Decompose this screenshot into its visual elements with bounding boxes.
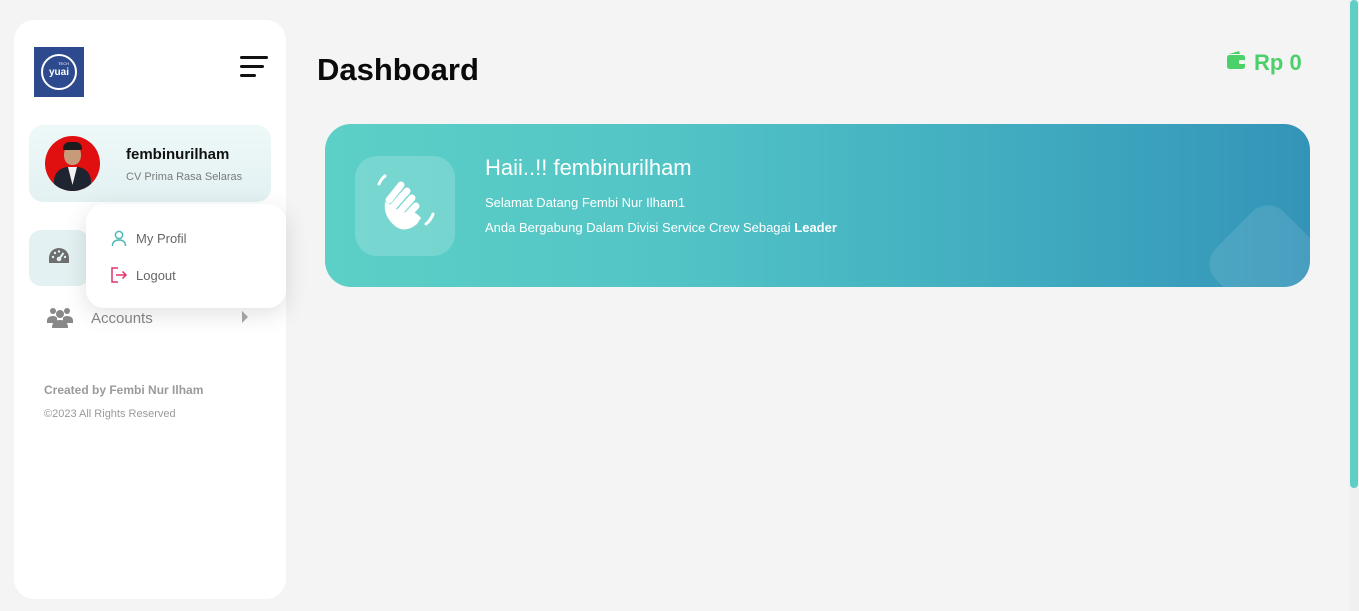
dropdown-item-label: Logout	[136, 267, 176, 283]
profile-company: CV Prima Rasa Selaras	[126, 171, 243, 183]
wallet-icon	[1226, 50, 1246, 76]
scrollbar-thumb[interactable]	[1350, 0, 1358, 488]
logo-text: yuai	[48, 66, 69, 78]
credit-copyright: ©2023 All Rights Reserved	[44, 408, 176, 420]
credit-title: Created by Fembi Nur Ilham	[44, 383, 204, 397]
menu-toggle-icon[interactable]	[240, 56, 268, 80]
logout-icon	[110, 266, 128, 284]
wallet-balance[interactable]: Rp 0	[1226, 50, 1302, 76]
logo-small-text: TECH	[58, 61, 69, 66]
brand-logo[interactable]: TECH yuai	[34, 47, 84, 97]
banner-greeting: Haii..!! fembinurilham	[485, 155, 692, 180]
wallet-amount: Rp 0	[1254, 50, 1302, 75]
banner-icon-box	[355, 156, 455, 256]
avatar	[45, 136, 100, 191]
waving-hand-icon	[371, 170, 439, 243]
user-icon	[110, 229, 128, 247]
page-title: Dashboard	[317, 52, 479, 87]
profile-card[interactable]: fembinurilham CV Prima Rasa Selaras	[29, 125, 271, 202]
banner-division-text: Anda Bergabung Dalam Divisi Service Crew…	[485, 220, 791, 235]
chevron-right-icon	[241, 310, 249, 329]
sidebar: TECH yuai fembinurilham CV Prima Rasa Se…	[14, 20, 286, 599]
sidebar-item-dashboard[interactable]	[29, 230, 89, 286]
users-icon	[47, 306, 73, 333]
banner-role: Leader	[794, 220, 837, 235]
sidebar-item-label: Accounts	[91, 310, 153, 327]
banner-welcome: Selamat Datang Fembi Nur Ilham1	[485, 195, 686, 210]
dashboard-gauge-icon	[47, 246, 71, 271]
profile-dropdown: My Profil Logout	[86, 204, 286, 308]
dropdown-item-label: My Profil	[136, 230, 187, 246]
banner-decoration	[1200, 196, 1310, 287]
dropdown-item-logout[interactable]: Logout	[110, 263, 176, 287]
page-scrollbar[interactable]	[1349, 0, 1359, 611]
banner-division: Anda Bergabung Dalam Divisi Service Crew…	[485, 220, 837, 235]
welcome-banner: Haii..!! fembinurilham Selamat Datang Fe…	[325, 124, 1310, 287]
dropdown-item-my-profil[interactable]: My Profil	[110, 226, 187, 250]
logo-ring: TECH yuai	[41, 54, 77, 90]
profile-name: fembinurilham	[126, 146, 230, 163]
